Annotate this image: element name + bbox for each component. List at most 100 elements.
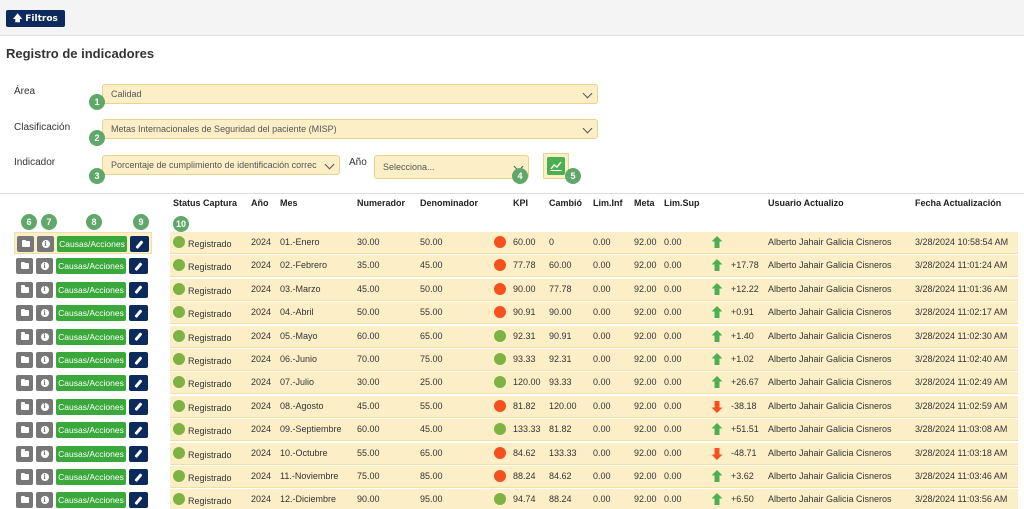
causas-acciones-button[interactable]: Causas/Acciones <box>56 352 126 368</box>
info-button[interactable]: i <box>36 352 53 368</box>
folder-button[interactable] <box>16 445 33 462</box>
cell-liminf: 0.00 <box>593 330 611 341</box>
clasificacion-select[interactable]: Metas Internacionales de Seguridad del p… <box>102 119 598 139</box>
pencil-icon <box>134 496 143 505</box>
chevron-down-icon <box>324 159 335 170</box>
th-denominador: Denominador <box>420 198 479 208</box>
edit-button[interactable] <box>129 398 148 415</box>
folder-button[interactable] <box>16 375 33 392</box>
info-button[interactable]: i <box>36 445 53 462</box>
cell-mes: 11.-Noviembre <box>280 471 339 481</box>
cell-kpi: 88.24 <box>513 471 536 481</box>
cell-mes: 04.-Abril <box>280 307 314 318</box>
row-actions: i Causas/Acciones <box>14 396 152 418</box>
cell-limsup: 0.00 <box>664 447 682 458</box>
folder-button[interactable] <box>16 492 33 509</box>
info-button[interactable]: i <box>36 469 53 485</box>
cell-kpi: 93.33 <box>513 354 536 364</box>
cell-cambio: 84.62 <box>549 471 572 481</box>
edit-button[interactable] <box>129 281 148 298</box>
info-button[interactable]: i <box>36 305 53 322</box>
causas-acciones-button[interactable]: Causas/Acciones <box>56 445 126 462</box>
folder-button[interactable] <box>16 398 33 415</box>
edit-button[interactable] <box>129 328 148 345</box>
edit-button[interactable] <box>129 422 148 439</box>
cell-anio: 2024 <box>251 354 272 364</box>
status-dot <box>173 399 185 412</box>
edit-button[interactable] <box>129 492 148 509</box>
cell-usuario: Alberto Jahair Galicia Cisneros <box>768 330 892 341</box>
anio-value: Selecciona... <box>383 162 435 172</box>
cell-kpi: 90.91 <box>513 307 536 318</box>
edit-button[interactable] <box>130 236 149 252</box>
info-icon: i <box>40 449 49 458</box>
th-anio: Año <box>251 198 269 208</box>
indicador-select[interactable]: Porcentaje de cumplimiento de identifica… <box>102 155 340 175</box>
cell-denominador: 50.00 <box>420 237 443 247</box>
chevron-down-icon <box>582 88 593 99</box>
edit-button[interactable] <box>129 375 148 392</box>
cell-denominador: 45.00 <box>420 260 443 271</box>
badge-1: 1 <box>89 94 105 110</box>
cell-denominador: 65.00 <box>420 330 443 341</box>
area-select[interactable]: Calidad <box>102 84 598 104</box>
folder-button[interactable] <box>17 236 34 252</box>
arrow-up-icon: 🡅 <box>13 13 23 24</box>
causas-acciones-button[interactable]: Causas/Acciones <box>56 281 126 298</box>
edit-button[interactable] <box>129 305 148 322</box>
info-button[interactable]: i <box>37 236 54 252</box>
causas-acciones-button[interactable]: Causas/Acciones <box>56 375 126 392</box>
info-icon: i <box>40 379 49 388</box>
causas-acciones-button[interactable]: Causas/Acciones <box>57 236 127 252</box>
cell-delta: +3.62 <box>731 471 754 481</box>
causas-acciones-button[interactable]: Causas/Acciones <box>56 258 126 275</box>
causas-acciones-button[interactable]: Causas/Acciones <box>56 305 126 322</box>
filtros-button[interactable]: 🡅 Filtros <box>6 10 65 27</box>
th-status: Status Captura <box>173 198 238 208</box>
folder-button[interactable] <box>16 305 33 322</box>
pencil-icon <box>135 239 144 249</box>
cell-denominador: 45.00 <box>420 424 443 435</box>
edit-button[interactable] <box>129 469 148 485</box>
folder-button[interactable] <box>16 352 33 368</box>
causas-acciones-button[interactable]: Causas/Acciones <box>56 398 126 415</box>
info-button[interactable]: i <box>36 281 53 298</box>
causas-acciones-button[interactable]: Causas/Acciones <box>56 328 126 345</box>
causas-acciones-button[interactable]: Causas/Acciones <box>56 492 126 509</box>
badge-10: 10 <box>173 216 189 232</box>
cell-liminf: 0.00 <box>593 260 611 271</box>
row-actions: i Causas/Acciones <box>14 419 152 441</box>
arrow-up-icon <box>711 376 723 389</box>
cell-anio: 2024 <box>251 447 272 458</box>
info-button[interactable]: i <box>36 375 53 392</box>
edit-button[interactable] <box>129 445 148 462</box>
folder-button[interactable] <box>16 422 33 439</box>
edit-button[interactable] <box>129 258 148 275</box>
cell-usuario: Alberto Jahair Galicia Cisneros <box>768 424 892 435</box>
folder-button[interactable] <box>16 469 33 485</box>
cell-numerador: 70.00 <box>357 354 380 364</box>
causas-acciones-button[interactable]: Causas/Acciones <box>56 469 126 485</box>
arrow-up-icon <box>711 236 723 248</box>
folder-icon <box>20 332 29 340</box>
info-button[interactable]: i <box>36 258 53 275</box>
info-button[interactable]: i <box>36 328 53 345</box>
cell-status: Registrado <box>188 285 232 296</box>
edit-button[interactable] <box>129 352 148 368</box>
badge-2: 2 <box>89 130 105 146</box>
info-button[interactable]: i <box>36 422 53 439</box>
pencil-icon <box>134 379 143 388</box>
kpi-dot <box>494 446 506 459</box>
folder-button[interactable] <box>16 328 33 345</box>
cell-anio: 2024 <box>251 424 272 435</box>
folder-icon <box>20 355 29 363</box>
cell-meta: 92.00 <box>634 424 657 435</box>
causas-acciones-button[interactable]: Causas/Acciones <box>56 422 126 439</box>
kpi-dot <box>494 353 506 365</box>
info-button[interactable]: i <box>36 492 53 509</box>
cell-kpi: 81.82 <box>513 400 536 411</box>
info-button[interactable]: i <box>36 398 53 415</box>
folder-button[interactable] <box>16 281 33 298</box>
anio-select[interactable]: Selecciona... <box>374 155 529 179</box>
folder-button[interactable] <box>16 258 33 275</box>
